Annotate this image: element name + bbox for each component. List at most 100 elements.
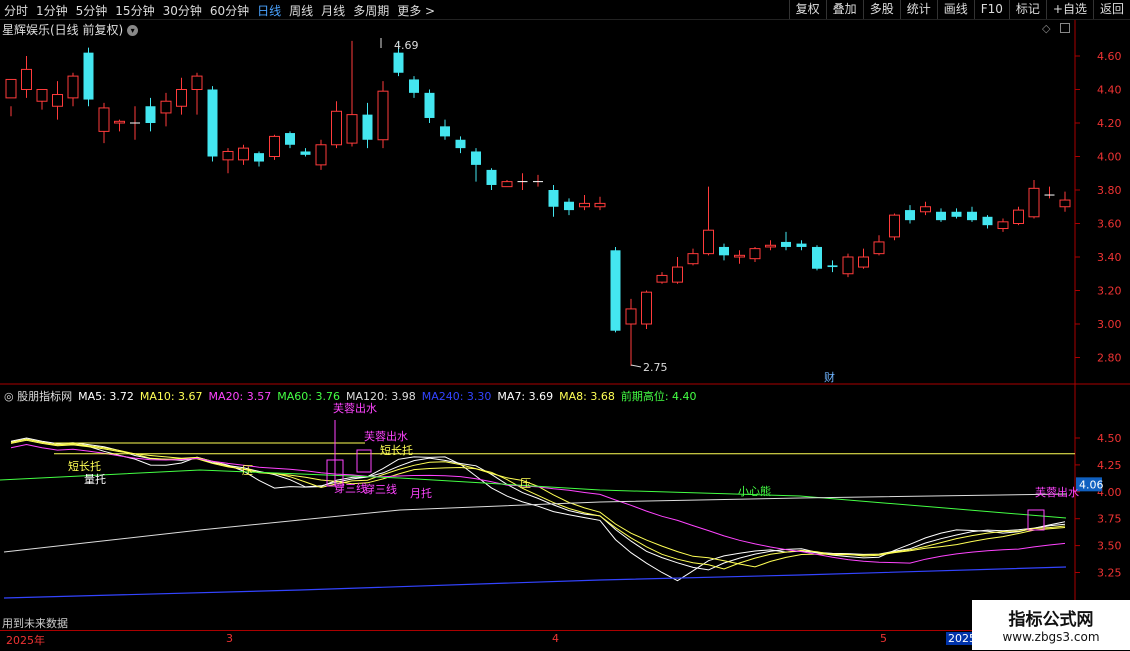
period-tab[interactable]: 更多 > — [397, 2, 435, 19]
candle-body — [377, 90, 389, 141]
ma60-line — [0, 469, 1067, 519]
ind-y-tick-label: 3.25 — [1097, 567, 1122, 580]
chevron-down-icon[interactable]: ▾ — [127, 25, 139, 36]
toolbar-button[interactable]: 画线 — [936, 0, 974, 19]
indicator-value: MA240: 3.30 — [421, 390, 492, 403]
candle-body — [114, 120, 125, 124]
y-tick-label: 4.00 — [1097, 151, 1122, 164]
period-tab[interactable]: 分时 — [4, 2, 28, 19]
candle-body — [858, 256, 869, 268]
indicator-value: MA10: 3.67 — [139, 390, 203, 403]
ind-y-tick-label: 3.50 — [1097, 540, 1122, 553]
ind-y-tick-label: 4.00 — [1097, 486, 1122, 499]
candle-body — [1059, 199, 1071, 208]
ma-line — [10, 438, 1066, 582]
y-tick-label: 4.60 — [1097, 50, 1122, 63]
y-tick-label: 3.20 — [1097, 285, 1122, 298]
period-tab[interactable]: 日线 — [257, 2, 281, 19]
candle-body — [982, 216, 993, 226]
signal-annotation: 压 — [520, 477, 531, 490]
period-tab[interactable]: 多周期 — [353, 2, 389, 19]
period-tab[interactable]: 60分钟 — [210, 2, 249, 19]
period-tab[interactable]: 1分钟 — [36, 2, 68, 19]
candle-body — [145, 106, 156, 123]
candle-body — [672, 266, 683, 283]
candle-body — [486, 169, 497, 185]
candle-body — [346, 114, 358, 144]
toolbar-button[interactable]: +自选 — [1045, 0, 1093, 19]
y-tick-label: 3.40 — [1097, 251, 1122, 264]
candle-body — [440, 126, 450, 137]
candle-body — [656, 274, 668, 283]
candle-body — [967, 211, 977, 221]
candle-body — [703, 229, 714, 255]
current-value-label: 4.06 — [1079, 478, 1104, 491]
y-tick-label: 3.80 — [1097, 184, 1122, 197]
signal-annotation: 量托 — [84, 472, 106, 486]
candle-body — [98, 107, 110, 132]
candle-body — [471, 151, 481, 165]
ind-y-tick-label: 4.25 — [1097, 459, 1122, 472]
candle-body — [52, 94, 63, 107]
future-data-note: 用到未来数据 — [2, 617, 68, 630]
signal-box — [326, 459, 344, 487]
date-label: 3 — [226, 632, 233, 645]
low-price-label: 2.75 — [643, 361, 668, 374]
candle-body — [362, 114, 373, 140]
candle-body — [734, 254, 745, 258]
watermark-url: www.zbgs3.com — [1002, 630, 1100, 644]
date-label: 5 — [880, 632, 887, 645]
toolbar-button[interactable]: 叠加 — [825, 0, 863, 19]
diamond-icon[interactable]: ◇ — [1042, 22, 1050, 35]
ma-line — [10, 437, 1066, 571]
candle-body — [254, 153, 264, 162]
y-tick-label: 4.20 — [1097, 117, 1122, 130]
date-label: 4 — [552, 632, 559, 645]
toolbar-button[interactable]: 统计 — [899, 0, 937, 19]
y-tick-label: 3.00 — [1097, 318, 1122, 331]
indicator-value: MA120: 3.98 — [345, 390, 416, 403]
toolbar-button[interactable]: 返回 — [1092, 0, 1130, 19]
candle-body — [579, 202, 590, 208]
period-tab[interactable]: 30分钟 — [163, 2, 202, 19]
candle-body — [176, 89, 187, 107]
indicator-name[interactable]: ◎ 股朋指标网 — [4, 390, 72, 403]
signal-annotation: 月托 — [410, 486, 432, 500]
toolbar-button[interactable]: 复权 — [788, 0, 826, 19]
period-tab[interactable]: 15分钟 — [115, 2, 154, 19]
indicator-value: 前期高位: 4.40 — [620, 390, 697, 403]
candle-body — [827, 265, 838, 268]
candle-body — [749, 248, 761, 260]
toolbar-buttons: 复权 叠加 多股 统计 画线 F10 标记 +自选 返回 — [788, 0, 1130, 19]
indicator-value: MA5: 3.72 — [78, 390, 134, 403]
candle-body — [564, 201, 574, 211]
ma-line — [10, 439, 1066, 568]
indicator-value: MA20: 3.57 — [208, 390, 272, 403]
toolbar-button[interactable]: 标记 — [1008, 0, 1046, 19]
candle-body — [873, 241, 885, 255]
candle-body — [625, 308, 637, 325]
period-tab[interactable]: 周线 — [289, 2, 313, 19]
candle-body — [951, 211, 962, 217]
candle-body — [719, 246, 729, 256]
candle-body — [812, 246, 822, 269]
main-chart-title[interactable]: 星辉娱乐(日线 前复权) ▾ — [2, 21, 139, 38]
square-icon[interactable] — [1060, 23, 1070, 33]
y-tick-label: 4.40 — [1097, 84, 1122, 97]
toolbar-button[interactable]: 多股 — [862, 0, 900, 19]
candle-body — [501, 181, 513, 188]
candle-body — [269, 135, 280, 157]
candle-body — [83, 52, 94, 100]
signal-annotation: 小心熊 — [738, 484, 771, 498]
period-tabs: 分时 1分钟 5分钟 15分钟 30分钟 60分钟 日线 周线 月线 多周期 更多 > — [4, 2, 443, 19]
watermark-title: 指标公式网 — [1008, 610, 1094, 630]
candlestick-chart[interactable]: 4.69 2.75 财 4.60 4.40 4.20 4.00 3.80 3.60 3.40 3.… — [0, 0, 1130, 650]
candle-body — [687, 253, 699, 265]
signal-annotation: 短长托 — [68, 459, 101, 473]
candle-body — [300, 151, 311, 155]
period-tab[interactable]: 月线 — [321, 2, 345, 19]
candle-body — [160, 100, 172, 114]
period-tab[interactable]: 5分钟 — [76, 2, 108, 19]
toolbar-button[interactable]: F10 — [973, 0, 1009, 19]
candle-body — [765, 244, 776, 248]
